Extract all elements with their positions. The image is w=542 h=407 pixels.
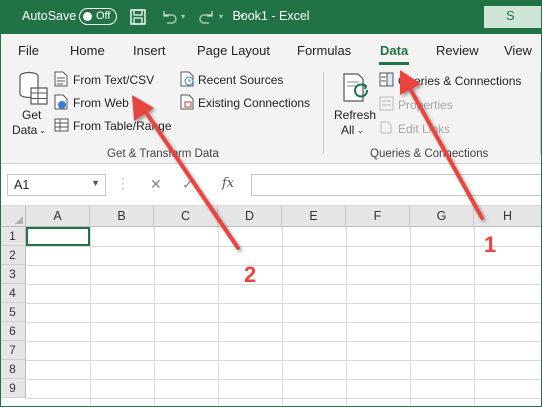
tab-view[interactable]: View [504, 43, 532, 58]
recent-sources-button[interactable]: Recent Sources [198, 73, 283, 87]
refresh-all-label-2: All [341, 123, 355, 137]
existing-connections-icon [180, 94, 194, 110]
grid-line [26, 379, 542, 380]
grid-line [474, 227, 475, 407]
active-tab-indicator [379, 62, 409, 65]
selected-cell-a1[interactable] [26, 227, 90, 246]
tab-formulas[interactable]: Formulas [297, 43, 351, 58]
text-csv-icon [54, 71, 68, 87]
column-header-b[interactable]: B [90, 206, 154, 227]
grid-line [346, 227, 347, 407]
properties-icon [379, 96, 394, 111]
grid-line [26, 398, 542, 399]
group-separator [323, 72, 324, 154]
grid-line [26, 284, 542, 285]
formula-input[interactable] [251, 174, 542, 196]
function-icon[interactable]: fx [222, 176, 234, 191]
column-header-f[interactable]: F [346, 206, 410, 227]
grid-line [26, 341, 542, 342]
column-header-g[interactable]: G [410, 206, 474, 227]
enter-icon[interactable]: ✓ [182, 176, 194, 193]
grid-line [218, 227, 219, 407]
from-text-csv-button[interactable]: From Text/CSV [73, 73, 154, 87]
grid-line [154, 227, 155, 407]
tab-page-layout[interactable]: Page Layout [197, 43, 270, 58]
grid-line [26, 303, 542, 304]
tab-review[interactable]: Review [436, 43, 479, 58]
chevron-down-icon: ⌄ [39, 126, 46, 135]
existing-connections-button[interactable]: Existing Connections [198, 96, 310, 110]
tab-insert[interactable]: Insert [133, 43, 166, 58]
chevron-down-icon[interactable]: ▼ [91, 178, 100, 188]
properties-button[interactable]: Properties [398, 98, 453, 112]
row-header-3[interactable]: 3 [0, 265, 26, 284]
name-box[interactable]: A1 ▼ [7, 174, 106, 196]
formula-bar-grip[interactable]: · · · [121, 172, 125, 194]
recent-sources-icon [180, 71, 194, 87]
column-header-d[interactable]: D [218, 206, 282, 227]
from-table-range-button[interactable]: From Table/Range [73, 119, 172, 133]
group-separator [540, 72, 541, 154]
row-header-8[interactable]: 8 [0, 360, 26, 379]
row-header-6[interactable]: 6 [0, 322, 26, 341]
grid-line [282, 227, 283, 407]
grid-line [26, 246, 542, 247]
row-header-7[interactable]: 7 [0, 341, 26, 360]
tab-file[interactable]: File [18, 43, 39, 58]
table-range-icon [54, 118, 69, 132]
queries-connections-group-label: Queries & Connections [370, 148, 489, 160]
queries-connections-button[interactable]: Queries & Connections [398, 74, 521, 88]
get-data-label-2: Data [12, 123, 38, 137]
worksheet-grid[interactable]: A B C D E F G H 1 2 3 4 5 6 7 8 9 [0, 206, 542, 407]
edit-links-icon [380, 121, 392, 134]
ribbon-tabs: File Home Insert Page Layout Formulas Da… [0, 34, 542, 66]
search-icon[interactable]: S [484, 6, 542, 28]
select-all-button[interactable] [0, 206, 26, 227]
grid-line [26, 360, 542, 361]
refresh-all-icon [343, 73, 368, 102]
grid-line [410, 227, 411, 407]
column-header-h[interactable]: H [474, 206, 542, 227]
grid-line [26, 265, 542, 266]
refresh-all-label-1: Refresh [334, 108, 377, 122]
name-box-value: A1 [14, 178, 30, 192]
column-header-e[interactable]: E [282, 206, 346, 227]
annotation-step-2: 2 [244, 262, 257, 287]
row-header-4[interactable]: 4 [0, 284, 26, 303]
grid-line [90, 227, 91, 407]
formula-bar: A1 ▼ · · · ✕ ✓ fx [0, 164, 542, 206]
get-data-icon [19, 71, 48, 105]
grid-line [26, 322, 542, 323]
get-transform-group-label: Get & Transform Data [107, 148, 219, 160]
column-header-a[interactable]: A [26, 206, 90, 227]
title-bar: AutoSave Off ▾ ▾ ⌄ Book1 - Excel S [0, 0, 542, 34]
tab-data[interactable]: Data [380, 43, 408, 58]
web-icon [54, 94, 68, 110]
queries-connections-icon [379, 72, 394, 87]
document-title: Book1 - Excel [232, 9, 310, 23]
cancel-icon[interactable]: ✕ [150, 176, 162, 193]
column-header-c[interactable]: C [154, 206, 218, 227]
annotation-step-1: 1 [484, 232, 497, 257]
get-data-label-1: Get [22, 108, 42, 122]
from-web-button[interactable]: From Web [73, 96, 129, 110]
row-header-5[interactable]: 5 [0, 303, 26, 322]
row-header-2[interactable]: 2 [0, 246, 26, 265]
edit-links-button[interactable]: Edit Links [398, 122, 450, 136]
row-header-1[interactable]: 1 [0, 227, 26, 246]
tab-home[interactable]: Home [70, 43, 105, 58]
row-header-9[interactable]: 9 [0, 379, 26, 398]
chevron-down-icon: ⌄ [357, 126, 364, 135]
